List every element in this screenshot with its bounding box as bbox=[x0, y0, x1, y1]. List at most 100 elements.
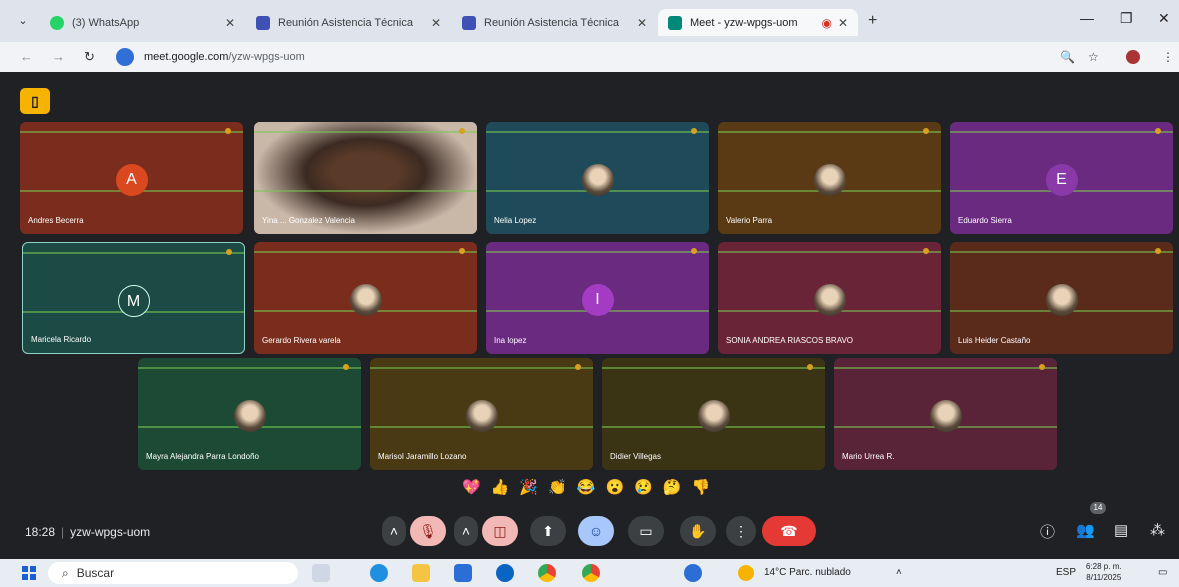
audio-indicator-icon bbox=[1039, 364, 1045, 370]
tab-label: Reunión Asistencia Técnica bbox=[278, 16, 413, 29]
close-icon[interactable]: ✕ bbox=[838, 16, 848, 30]
app-icon[interactable] bbox=[496, 564, 514, 582]
camera-off-icon[interactable]: ◫ bbox=[482, 516, 518, 546]
participant-tile[interactable]: A Andres Becerra bbox=[20, 122, 243, 234]
participant-tile[interactable]: E Eduardo Sierra bbox=[950, 122, 1173, 234]
search-label: Buscar bbox=[76, 566, 115, 580]
participant-name: Maricela Ricardo bbox=[31, 335, 92, 344]
participant-tile[interactable]: Nelia Lopez bbox=[486, 122, 709, 234]
reaction-emoji[interactable]: 😮 bbox=[605, 478, 624, 498]
close-icon[interactable]: ✕ bbox=[225, 16, 235, 30]
participant-tile[interactable]: Marisol Jaramillo Lozano bbox=[370, 358, 593, 470]
url-domain: meet.google.com bbox=[144, 51, 229, 63]
tab-reunion-1[interactable]: Reunión Asistencia Técnica ✕ bbox=[246, 9, 451, 36]
calendar-icon bbox=[462, 15, 476, 30]
browser-menu-icon[interactable]: ⋮ bbox=[1162, 50, 1174, 64]
task-view-icon[interactable] bbox=[312, 564, 330, 582]
tab-whatsapp[interactable]: (3) WhatsApp ✕ bbox=[40, 9, 245, 36]
address-bar: ← → ↻ meet.google.com/yzw-wpgs-uom 🔍 ☆ ⋮ bbox=[0, 42, 1179, 72]
language-indicator[interactable]: ESP bbox=[1056, 567, 1076, 578]
tab-meet[interactable]: Meet - yzw-wpgs-uom ◉ ✕ bbox=[658, 9, 858, 36]
meet-stage: ▯ A Andres Becerra Yina ... Gonzalez Valen… bbox=[0, 72, 1179, 559]
reaction-emoji[interactable]: 👏 bbox=[548, 478, 567, 498]
participant-tile[interactable]: Didier Villegas bbox=[602, 358, 825, 470]
reaction-emoji[interactable]: 😢 bbox=[634, 478, 653, 498]
new-tab-button[interactable]: + bbox=[868, 12, 877, 30]
file-explorer-icon[interactable] bbox=[412, 564, 430, 582]
avatar: I bbox=[581, 284, 614, 316]
participant-tile[interactable]: Yina ... Gonzalez Valencia bbox=[254, 122, 477, 234]
participant-tile[interactable]: Valerio Parra bbox=[718, 122, 941, 234]
avatar: M bbox=[117, 285, 150, 317]
participant-tile[interactable]: Luis Heider Castaño bbox=[950, 242, 1173, 354]
participant-tile[interactable]: Mario Urrea R. bbox=[834, 358, 1057, 470]
store-icon[interactable] bbox=[454, 564, 472, 582]
raise-hand-icon[interactable]: ✋ bbox=[680, 516, 716, 546]
tab-search-chevron-icon[interactable]: ⌄ bbox=[14, 12, 32, 30]
more-options-icon[interactable]: ⋮ bbox=[726, 516, 756, 546]
captions-icon[interactable]: ▭ bbox=[628, 516, 664, 546]
people-icon[interactable]: 👥 bbox=[1076, 521, 1095, 539]
reaction-emoji[interactable]: 💖 bbox=[462, 478, 481, 498]
avatar bbox=[233, 400, 266, 432]
camera-options-chevron-icon[interactable]: ˄ bbox=[454, 516, 478, 546]
audio-indicator-icon bbox=[575, 364, 581, 370]
url-path: /yzw-wpgs-uom bbox=[228, 51, 305, 63]
audio-indicator-icon bbox=[459, 248, 465, 254]
participant-name: Mario Urrea R. bbox=[842, 452, 895, 461]
present-screen-icon[interactable]: ⬆ bbox=[530, 516, 566, 546]
mic-options-chevron-icon[interactable]: ˄ bbox=[382, 516, 406, 546]
profile-avatar[interactable] bbox=[1126, 50, 1140, 64]
meeting-details-icon[interactable]: ▯ bbox=[20, 88, 50, 114]
url-field[interactable]: meet.google.com/yzw-wpgs-uom bbox=[112, 46, 1042, 68]
reaction-emoji[interactable]: 😂 bbox=[577, 478, 596, 498]
taskbar-search[interactable]: ⌕ Buscar bbox=[48, 562, 298, 584]
chrome-icon[interactable] bbox=[582, 564, 600, 582]
window-close-icon[interactable]: ✕ bbox=[1158, 10, 1170, 27]
close-icon[interactable]: ✕ bbox=[431, 16, 441, 30]
reaction-emoji[interactable]: 👎 bbox=[692, 478, 711, 498]
minimize-icon[interactable]: — bbox=[1080, 10, 1094, 26]
edge-icon[interactable] bbox=[370, 564, 388, 582]
reaction-emoji[interactable]: 👍 bbox=[491, 478, 510, 498]
reaction-emoji[interactable]: 🎉 bbox=[519, 478, 538, 498]
chrome-icon[interactable] bbox=[538, 564, 556, 582]
participant-tile[interactable]: M Maricela Ricardo bbox=[22, 242, 245, 354]
tab-label: Reunión Asistencia Técnica bbox=[484, 16, 619, 29]
windows-start-icon[interactable] bbox=[22, 566, 36, 580]
meeting-info: 18:28 | yzw-wpgs-uom bbox=[25, 525, 151, 539]
forward-icon[interactable]: → bbox=[52, 49, 65, 64]
site-info-icon[interactable] bbox=[116, 48, 134, 66]
reactions-icon[interactable]: ☺ bbox=[578, 516, 614, 546]
audio-indicator-icon bbox=[923, 128, 929, 134]
tray-chevron-icon[interactable]: ˄ bbox=[896, 567, 902, 578]
tab-reunion-2[interactable]: Reunión Asistencia Técnica ✕ bbox=[452, 9, 657, 36]
chat-icon[interactable]: ▤ bbox=[1114, 521, 1128, 539]
participant-tile[interactable]: I Ina lopez bbox=[486, 242, 709, 354]
back-icon[interactable]: ← bbox=[20, 49, 33, 64]
meet-icon bbox=[668, 15, 682, 30]
reaction-emoji[interactable]: 🤔 bbox=[663, 478, 682, 498]
avatar bbox=[465, 400, 498, 432]
participant-name: Nelia Lopez bbox=[494, 216, 537, 225]
participant-name: Gerardo Rivera varela bbox=[262, 336, 341, 345]
taskbar-clock[interactable]: 6:28 p. m. 8/11/2025 bbox=[1086, 561, 1122, 583]
meeting-code: yzw-wpgs-uom bbox=[70, 525, 151, 539]
restore-icon[interactable]: ❐ bbox=[1120, 10, 1133, 27]
zoom-icon[interactable]: 🔍 bbox=[1060, 50, 1075, 64]
participant-tile[interactable]: Mayra Alejandra Parra Londoño bbox=[138, 358, 361, 470]
activities-icon[interactable]: ⁂ bbox=[1150, 521, 1165, 539]
close-icon[interactable]: ✕ bbox=[637, 16, 647, 30]
reload-icon[interactable]: ↻ bbox=[84, 49, 95, 65]
notifications-icon[interactable]: ▭ bbox=[1158, 567, 1167, 578]
meeting-info-icon[interactable]: ⓘ bbox=[1040, 521, 1055, 542]
bookmark-star-icon[interactable]: ☆ bbox=[1088, 50, 1099, 64]
end-call-icon[interactable]: ☎ bbox=[762, 516, 816, 546]
participant-tile[interactable]: Gerardo Rivera varela bbox=[254, 242, 477, 354]
participant-name: Yina ... Gonzalez Valencia bbox=[262, 216, 355, 225]
participant-tile[interactable]: SONIA ANDREA RIASCOS BRAVO bbox=[718, 242, 941, 354]
app-icon[interactable] bbox=[684, 564, 702, 582]
clock-time: 6:28 p. m. bbox=[1086, 562, 1122, 571]
weather-text[interactable]: 14°C Parc. nublado bbox=[764, 567, 851, 578]
mic-off-icon[interactable]: 🎙 bbox=[410, 516, 446, 546]
